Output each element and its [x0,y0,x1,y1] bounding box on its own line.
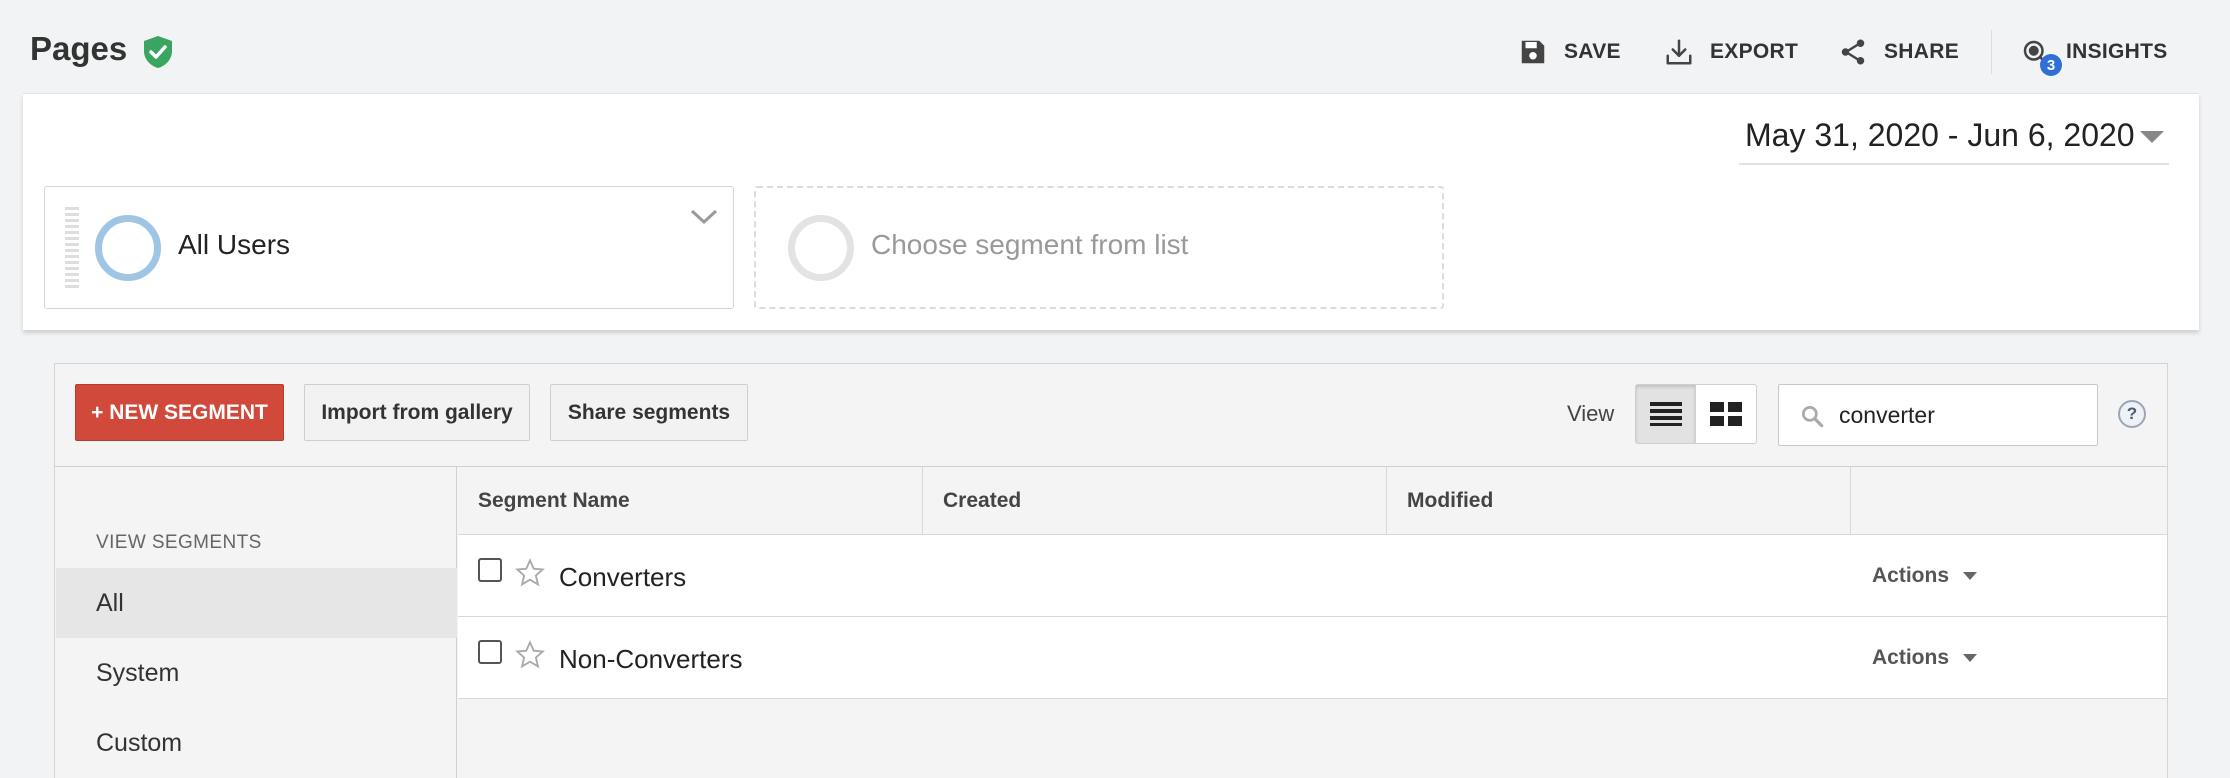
caret-down-icon [1963,654,1978,662]
share-label: SHARE [1884,40,1960,63]
save-button[interactable]: SAVE [1518,36,1621,68]
table-row: Converters Actions [458,535,2167,617]
table-header: Segment Name Created Modified [458,467,2167,535]
segment-name[interactable]: Converters [559,562,686,593]
floppy-disk-icon [1521,40,1545,64]
share-nodes-icon [1841,39,1865,65]
row-checkbox[interactable] [478,640,502,664]
list-view-icon [1649,402,1682,426]
toolbar-divider [1991,30,1992,74]
column-header-actions [1851,467,2167,535]
save-label: SAVE [1564,40,1621,63]
grid-view-icon [1710,402,1742,426]
new-segment-button[interactable]: + NEW SEGMENT [75,384,284,441]
date-underline [1739,163,2169,165]
date-caret-icon[interactable] [2140,131,2164,143]
segment-search [1778,384,2098,446]
chevron-down-icon[interactable] [689,207,719,227]
export-button[interactable]: EXPORT [1664,36,1798,68]
search-icon [1801,405,1824,428]
column-header-modified[interactable]: Modified [1387,467,1851,535]
column-header-segment-name[interactable]: Segment Name [458,467,923,535]
sidebar-item-system[interactable]: System [56,638,457,708]
help-icon[interactable]: ? [2118,400,2146,428]
actions-dropdown[interactable]: Actions [1872,646,1978,670]
segment-table: Segment Name Created Modified Converters… [458,467,2167,778]
column-header-created[interactable]: Created [923,467,1387,535]
table-row: Non-Converters Actions [458,617,2167,699]
caret-down-icon [1963,572,1978,580]
page-title: Pages [30,30,128,67]
page-header: Pages SAVE EXPORT SHARE INSIGHTS 3 [0,0,2230,93]
insights-count-badge: 3 [2040,54,2062,76]
list-view-button[interactable] [1636,385,1697,443]
import-gallery-button[interactable]: Import from gallery [304,384,530,441]
star-outline-icon[interactable] [514,639,546,671]
segment-card-empty[interactable]: Choose segment from list [754,186,1444,309]
sidebar-item-all[interactable]: All [56,568,457,638]
segment-ring-icon [95,215,161,281]
actions-label: Actions [1872,646,1950,669]
search-input[interactable] [1839,395,2089,435]
segment-ring-icon [788,215,854,281]
export-label: EXPORT [1710,40,1799,63]
insights-label: INSIGHTS [2066,40,2168,63]
grid-view-button[interactable] [1696,385,1756,443]
date-range-picker[interactable]: May 31, 2020 - Jun 6, 2020 [1745,117,2135,154]
segment-placeholder: Choose segment from list [871,229,1189,260]
row-checkbox[interactable] [478,558,502,582]
sidebar-title: VIEW SEGMENTS [96,532,262,553]
star-outline-icon[interactable] [514,557,546,589]
actions-label: Actions [1872,564,1950,587]
view-label: View [1567,401,1615,426]
sidebar-item-custom[interactable]: Custom [56,708,457,778]
segment-name[interactable]: Non-Converters [559,644,743,675]
download-icon [1666,39,1692,65]
segment-label: All Users [178,229,291,260]
share-button[interactable]: SHARE [1838,36,1959,68]
share-segments-button[interactable]: Share segments [550,384,748,441]
shield-check-icon [144,36,172,68]
actions-dropdown[interactable]: Actions [1872,564,1978,588]
segment-card-all-users[interactable]: All Users [44,186,734,309]
drag-handle-icon[interactable] [65,207,79,289]
view-toggle [1635,384,1757,444]
